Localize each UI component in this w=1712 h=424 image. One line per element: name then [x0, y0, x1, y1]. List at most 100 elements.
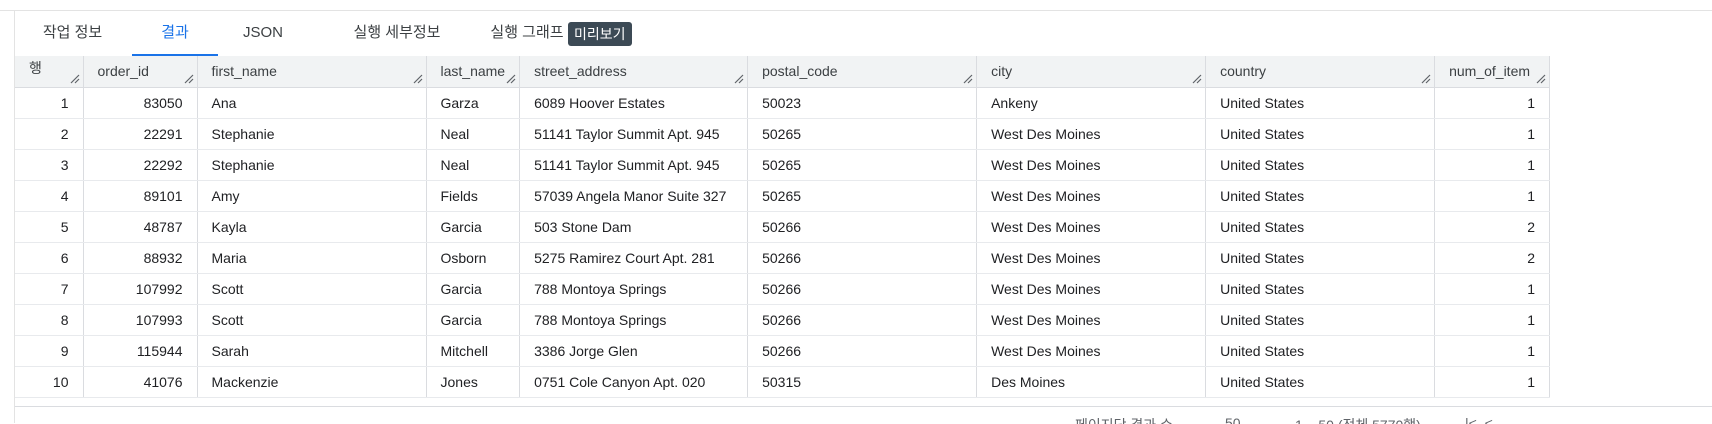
row-number-cell[interactable]: 3 — [15, 149, 84, 181]
tab-json[interactable]: JSON — [230, 12, 296, 56]
table-cell[interactable]: Scott — [197, 273, 427, 305]
table-cell[interactable]: 41076 — [83, 366, 198, 398]
table-cell[interactable]: United States — [1205, 335, 1436, 367]
table-row[interactable]: 9 115944 Sarah Mitchell 3386 Jorge Glen 50266… — [15, 335, 1551, 367]
column-header-num-of-item[interactable]: num_of_item — [1434, 56, 1551, 88]
table-cell[interactable]: United States — [1205, 87, 1436, 119]
table-cell[interactable]: Scott — [197, 304, 427, 336]
table-row[interactable]: 6 88932 Maria Osborn 5275 Ramirez Court Apt.… — [15, 242, 1551, 274]
table-cell[interactable]: West Des Moines — [976, 149, 1207, 181]
row-number-cell[interactable]: 5 — [15, 211, 84, 243]
column-resize-handle[interactable] — [1536, 74, 1546, 84]
table-cell[interactable]: West Des Moines — [976, 242, 1207, 274]
table-cell[interactable]: 50023 — [747, 87, 978, 119]
table-cell[interactable]: Osborn — [426, 242, 521, 274]
table-cell[interactable]: United States — [1205, 242, 1436, 274]
table-cell[interactable]: United States — [1205, 149, 1436, 181]
table-cell[interactable]: 51141 Taylor Summit Apt. 945 — [519, 118, 749, 150]
column-resize-handle[interactable] — [413, 74, 423, 84]
table-cell[interactable]: Amy — [197, 180, 427, 212]
table-cell[interactable]: West Des Moines — [976, 118, 1207, 150]
table-cell[interactable]: United States — [1205, 118, 1436, 150]
row-number-cell[interactable]: 4 — [15, 180, 84, 212]
table-cell[interactable]: 6089 Hoover Estates — [519, 87, 749, 119]
table-cell[interactable]: Stephanie — [197, 118, 427, 150]
table-cell[interactable]: United States — [1205, 180, 1436, 212]
table-row[interactable]: 7 107992 Scott Garcia 788 Montoya Springs 502… — [15, 273, 1551, 305]
table-row[interactable]: 8 107993 Scott Garcia 788 Montoya Springs 502… — [15, 304, 1551, 336]
table-cell[interactable]: Jones — [426, 366, 521, 398]
table-cell[interactable]: 50266 — [747, 211, 978, 243]
table-cell[interactable]: Garza — [426, 87, 521, 119]
table-cell[interactable]: Garcia — [426, 304, 521, 336]
row-number-cell[interactable]: 2 — [15, 118, 84, 150]
table-cell[interactable]: 50265 — [747, 118, 978, 150]
column-resize-handle[interactable] — [70, 74, 80, 84]
table-cell[interactable]: 1 — [1434, 149, 1551, 181]
row-number-cell[interactable]: 6 — [15, 242, 84, 274]
column-resize-handle[interactable] — [184, 74, 194, 84]
table-cell[interactable]: 50315 — [747, 366, 978, 398]
tab-execution-graph[interactable]: 실행 그래프 — [477, 12, 577, 56]
tab-execution-details[interactable]: 실행 세부정보 — [327, 12, 467, 56]
column-header-city[interactable]: city — [976, 56, 1207, 88]
table-cell[interactable]: 50266 — [747, 304, 978, 336]
table-cell[interactable]: Garcia — [426, 211, 521, 243]
column-header-order-id[interactable]: order_id — [83, 56, 198, 88]
tab-job-info[interactable]: 작업 정보 — [25, 12, 120, 56]
column-header-postal-code[interactable]: postal_code — [747, 56, 978, 88]
table-cell[interactable]: 1 — [1434, 118, 1551, 150]
table-cell[interactable]: 50266 — [747, 242, 978, 274]
tab-results[interactable]: 결과 — [132, 12, 218, 56]
table-cell[interactable]: 1 — [1434, 304, 1551, 336]
row-number-cell[interactable]: 10 — [15, 366, 84, 398]
table-row[interactable]: 4 89101 Amy Fields 57039 Angela Manor Suite … — [15, 180, 1551, 212]
table-cell[interactable]: Mackenzie — [197, 366, 427, 398]
table-cell[interactable]: 57039 Angela Manor Suite 327 — [519, 180, 749, 212]
table-cell[interactable]: West Des Moines — [976, 335, 1207, 367]
column-header-street-address[interactable]: street_address — [519, 56, 749, 88]
table-cell[interactable]: United States — [1205, 211, 1436, 243]
table-cell[interactable]: 2 — [1434, 211, 1551, 243]
table-row[interactable]: 2 22291 Stephanie Neal 51141 Taylor Summit A… — [15, 118, 1551, 150]
table-cell[interactable]: West Des Moines — [976, 180, 1207, 212]
table-cell[interactable]: 1 — [1434, 366, 1551, 398]
table-cell[interactable]: Stephanie — [197, 149, 427, 181]
table-cell[interactable]: West Des Moines — [976, 273, 1207, 305]
table-row[interactable]: 3 22292 Stephanie Neal 51141 Taylor Summit A… — [15, 149, 1551, 181]
table-cell[interactable]: 2 — [1434, 242, 1551, 274]
table-cell[interactable]: 1 — [1434, 273, 1551, 305]
row-number-cell[interactable]: 1 — [15, 87, 84, 119]
table-cell[interactable]: 3386 Jorge Glen — [519, 335, 749, 367]
table-row[interactable]: 10 41076 Mackenzie Jones 0751 Cole Canyon Ap… — [15, 366, 1551, 398]
column-resize-handle[interactable] — [1192, 74, 1202, 84]
table-cell[interactable]: 5275 Ramirez Court Apt. 281 — [519, 242, 749, 274]
table-row[interactable]: 5 48787 Kayla Garcia 503 Stone Dam 50266 West … — [15, 211, 1551, 243]
table-cell[interactable]: United States — [1205, 304, 1436, 336]
column-resize-handle[interactable] — [963, 74, 973, 84]
table-cell[interactable]: 107993 — [83, 304, 198, 336]
table-cell[interactable]: United States — [1205, 366, 1436, 398]
table-cell[interactable]: Des Moines — [976, 366, 1207, 398]
table-cell[interactable]: 50266 — [747, 335, 978, 367]
table-cell[interactable]: Fields — [426, 180, 521, 212]
table-cell[interactable]: 788 Montoya Springs — [519, 304, 749, 336]
table-cell[interactable]: 503 Stone Dam — [519, 211, 749, 243]
table-cell[interactable]: 50265 — [747, 149, 978, 181]
column-header-first-name[interactable]: first_name — [197, 56, 427, 88]
table-cell[interactable]: Maria — [197, 242, 427, 274]
row-number-cell[interactable]: 9 — [15, 335, 84, 367]
table-cell[interactable]: Garcia — [426, 273, 521, 305]
table-cell[interactable]: West Des Moines — [976, 304, 1207, 336]
table-cell[interactable]: Ana — [197, 87, 427, 119]
table-cell[interactable]: 107992 — [83, 273, 198, 305]
table-cell[interactable]: 22291 — [83, 118, 198, 150]
column-header-country[interactable]: country — [1205, 56, 1436, 88]
table-cell[interactable]: Sarah — [197, 335, 427, 367]
column-header-last-name[interactable]: last_name — [426, 56, 521, 88]
table-cell[interactable]: West Des Moines — [976, 211, 1207, 243]
table-cell[interactable]: 0751 Cole Canyon Apt. 020 — [519, 366, 749, 398]
column-header-row-number[interactable]: 행 — [15, 56, 84, 88]
table-cell[interactable]: 88932 — [83, 242, 198, 274]
table-cell[interactable]: 22292 — [83, 149, 198, 181]
